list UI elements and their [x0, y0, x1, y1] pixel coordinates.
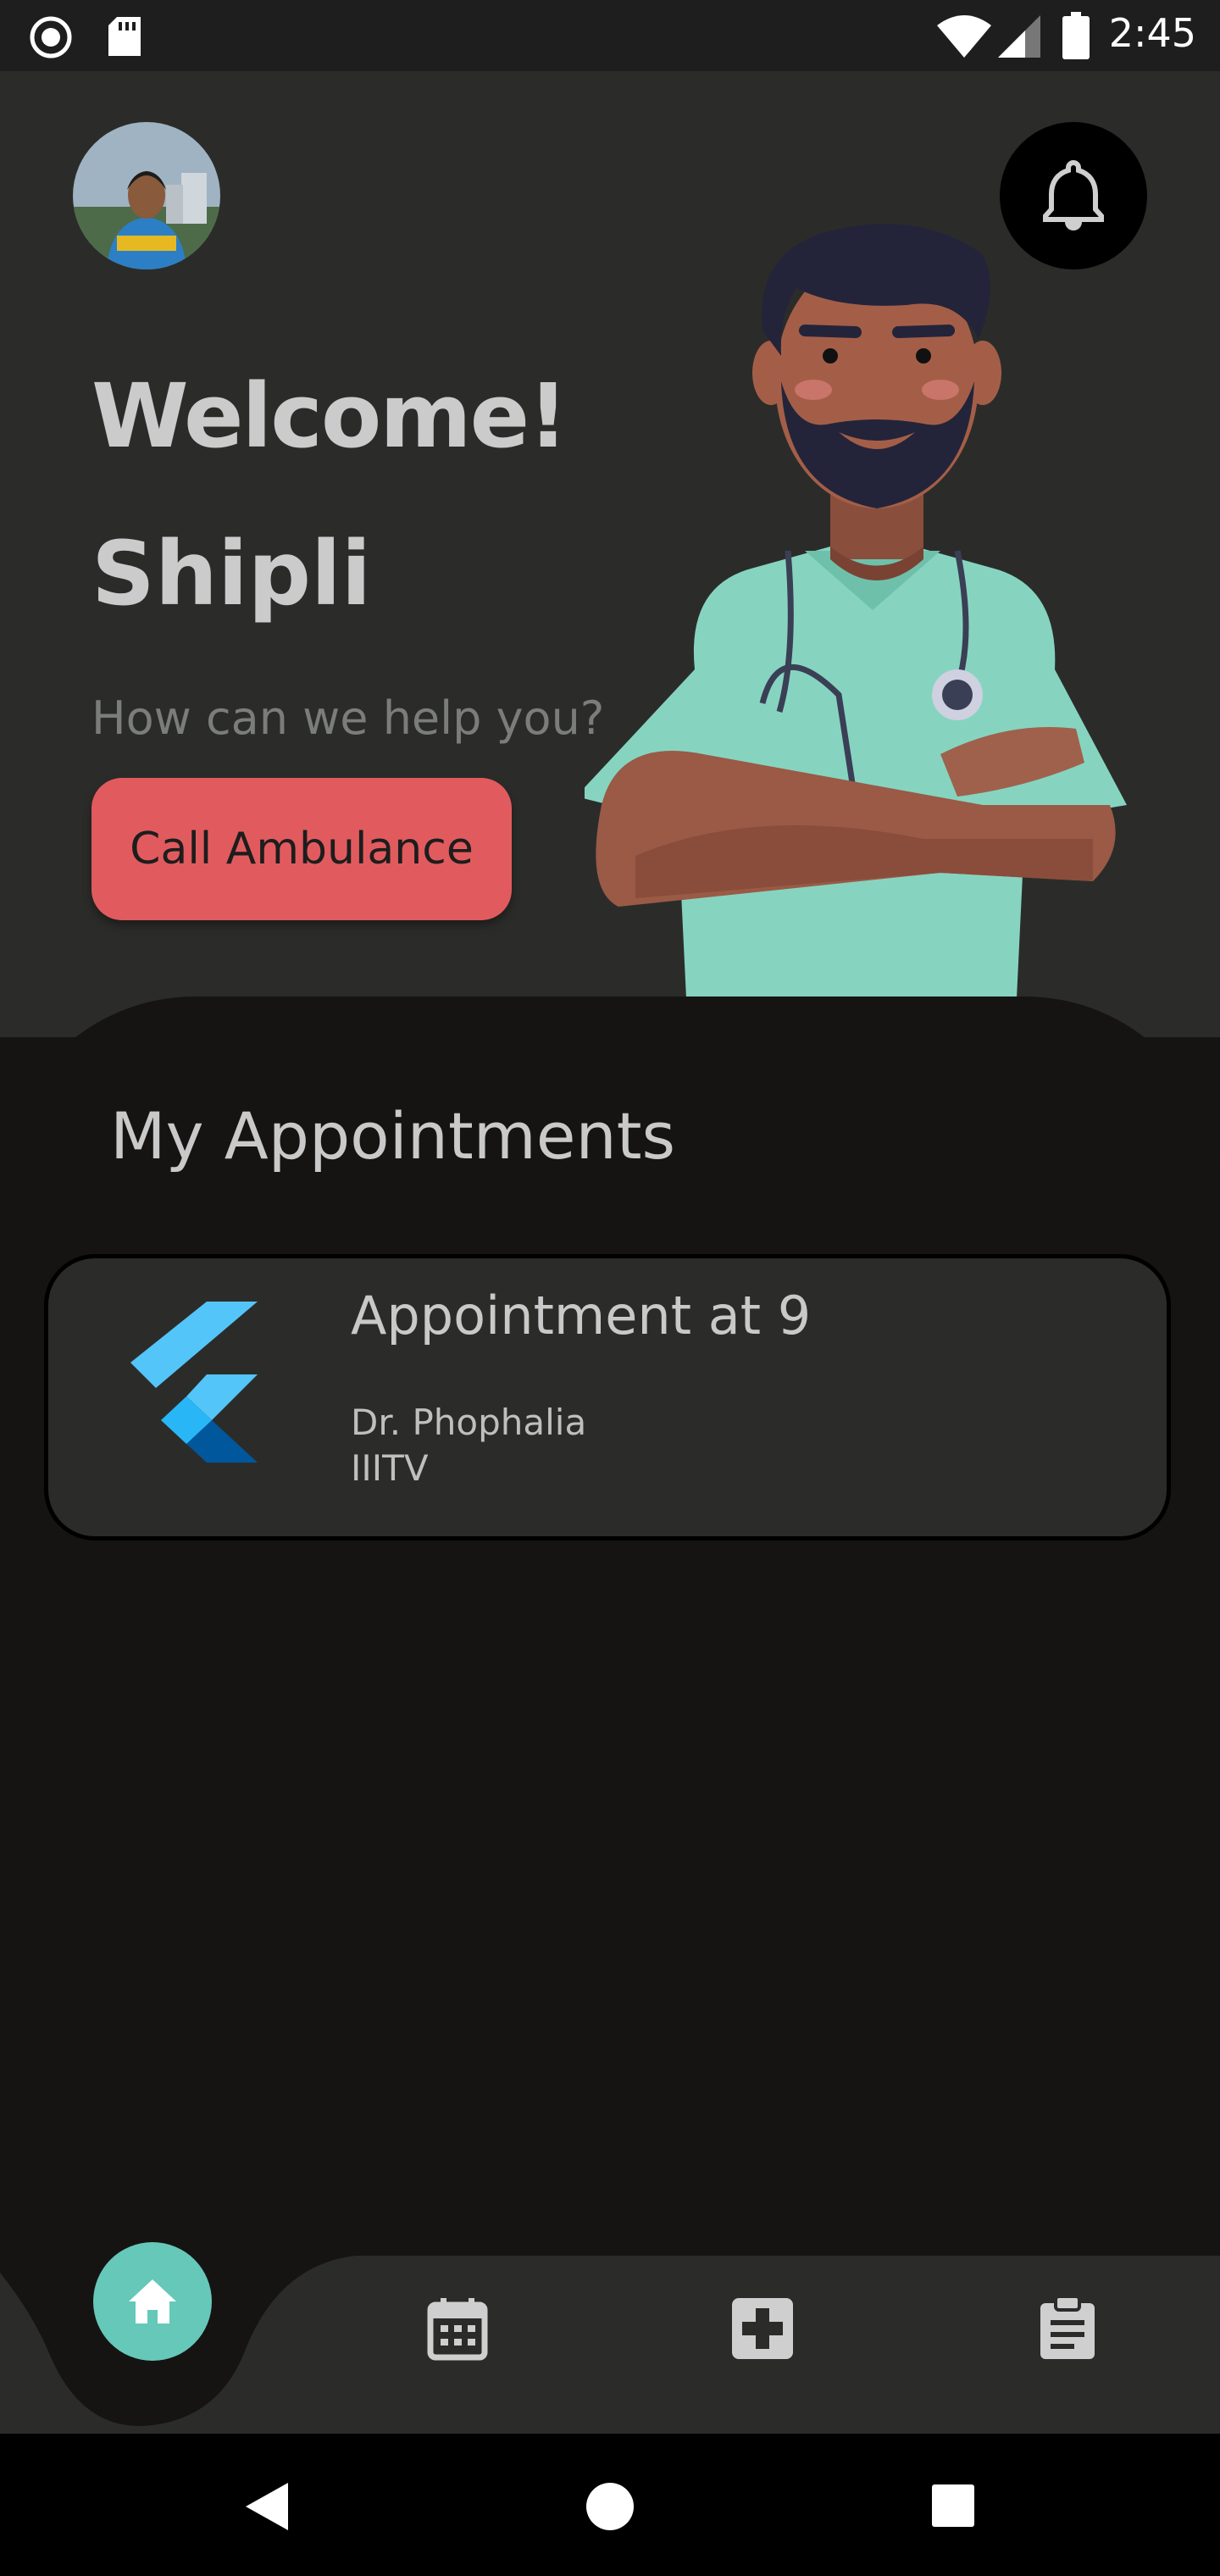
recents-icon[interactable] — [930, 2483, 976, 2529]
nav-home-button[interactable] — [93, 2242, 212, 2361]
home-circle-icon[interactable] — [585, 2481, 635, 2532]
wifi-icon — [937, 15, 991, 58]
help-prompt: How can we help you? — [92, 691, 605, 745]
calendar-icon[interactable] — [424, 2295, 491, 2362]
appointment-title: Appointment at 9 — [351, 1285, 812, 1346]
medical-cross-icon[interactable] — [729, 2295, 796, 2362]
user-name: Shipli — [92, 522, 372, 625]
record-icon — [30, 16, 72, 58]
status-bar: 2:45 — [0, 0, 1220, 71]
back-icon[interactable] — [242, 2481, 290, 2532]
appointments-section — [0, 997, 1220, 2268]
doctor-illustration — [585, 224, 1127, 998]
appointments-heading: My Appointments — [110, 1098, 676, 1174]
flutter-logo-icon — [130, 1302, 258, 1463]
call-ambulance-button[interactable]: Call Ambulance — [92, 778, 512, 920]
system-navigation-bar — [0, 2434, 1220, 2576]
signal-icon — [998, 15, 1040, 58]
status-time: 2:45 — [1108, 10, 1196, 56]
appointment-location: IIITV — [351, 1447, 429, 1489]
home-icon — [129, 2279, 176, 2323]
appointment-doctor: Dr. Phophalia — [351, 1402, 587, 1443]
battery-icon — [1062, 12, 1090, 59]
welcome-heading: Welcome! — [92, 364, 568, 468]
clipboard-icon[interactable] — [1034, 2293, 1101, 2361]
sd-card-icon — [108, 17, 141, 56]
profile-photo — [73, 122, 220, 269]
avatar[interactable] — [73, 122, 220, 269]
